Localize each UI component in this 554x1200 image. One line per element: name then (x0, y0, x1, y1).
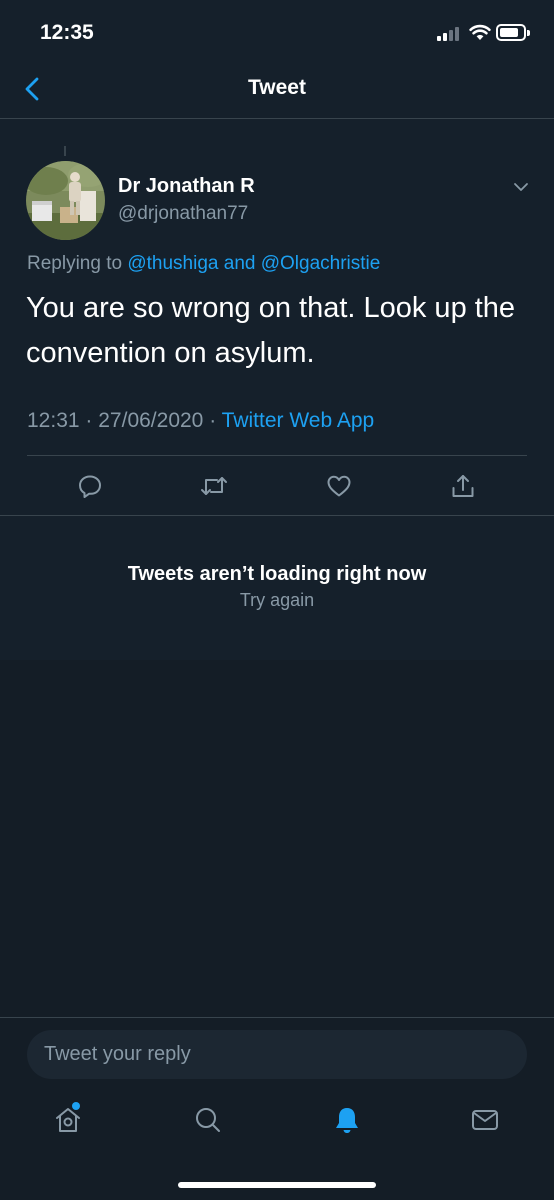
like-button[interactable] (323, 470, 355, 502)
tab-home[interactable] (50, 1102, 86, 1138)
mention-joiner[interactable]: and (224, 253, 256, 274)
tweet-source-link[interactable]: Twitter Web App (222, 409, 375, 432)
replying-prefix: Replying to (27, 253, 123, 274)
author-handle[interactable]: @drjonathan77 (118, 203, 248, 225)
new-content-dot (72, 1102, 80, 1110)
reply-button[interactable] (74, 470, 106, 502)
meta-separator: · (209, 409, 217, 432)
mention-link[interactable]: @thushiga (127, 253, 218, 274)
messages-icon (472, 1110, 498, 1130)
tweet-time: 12:31 (27, 409, 80, 432)
divider (27, 455, 527, 456)
home-icon (56, 1108, 80, 1132)
retweet-button[interactable] (198, 470, 230, 502)
tweet-actions (0, 470, 554, 506)
tab-search[interactable] (190, 1102, 226, 1138)
try-again-button[interactable]: Try again (0, 590, 554, 611)
avatar-photo (26, 161, 105, 240)
share-icon (452, 475, 474, 497)
search-icon (196, 1108, 220, 1132)
divider (0, 515, 554, 516)
notifications-icon (336, 1108, 358, 1133)
chevron-down-icon (514, 183, 528, 191)
cellular-signal-icon (437, 25, 463, 41)
status-time: 12:35 (40, 21, 94, 44)
wifi-icon (469, 24, 491, 40)
home-indicator[interactable] (178, 1182, 376, 1188)
share-button[interactable] (447, 470, 479, 502)
tweet-date: 27/06/2020 (98, 409, 204, 432)
status-bar: 12:35 (0, 0, 554, 64)
header: Tweet (0, 64, 554, 119)
meta-separator: · (85, 409, 93, 432)
avatar[interactable] (26, 161, 105, 240)
tweet-menu-button[interactable] (510, 178, 532, 196)
reply-input[interactable] (27, 1030, 527, 1079)
replying-to: Replying to @thushiga and @Olgachristie (27, 253, 380, 275)
error-message: Tweets aren’t loading right now (127, 563, 427, 585)
thread-connector (64, 146, 66, 156)
tab-messages[interactable] (467, 1102, 503, 1138)
reply-icon (79, 475, 101, 498)
tweet-meta: 12:31 · 27/06/2020 · Twitter Web App (27, 409, 374, 433)
mention-link[interactable]: @Olgachristie (261, 253, 381, 274)
retweet-icon (201, 477, 227, 495)
tab-notifications[interactable] (329, 1102, 365, 1138)
tweet-text: You are so wrong on that. Look up the co… (26, 292, 516, 369)
like-icon (327, 475, 351, 497)
author-name[interactable]: Dr Jonathan R (118, 175, 255, 198)
battery-icon (496, 24, 530, 41)
page-title: Tweet (248, 76, 306, 99)
reply-divider (0, 1017, 554, 1018)
